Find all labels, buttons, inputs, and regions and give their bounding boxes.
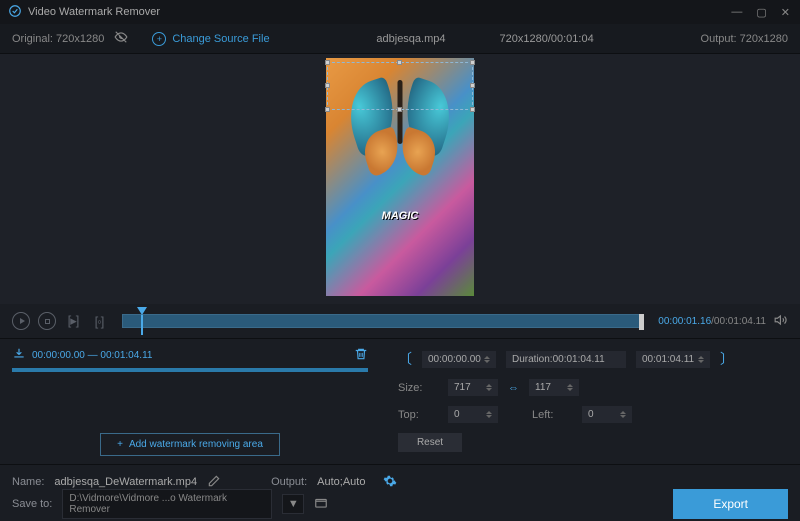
output-label: Output: bbox=[271, 476, 307, 488]
output-format-value[interactable]: Auto;Auto bbox=[317, 476, 365, 488]
link-dimensions-icon[interactable]: ⇔ bbox=[508, 382, 519, 394]
resize-handle[interactable] bbox=[325, 83, 330, 88]
frame-forward-button[interactable]: [◦] bbox=[90, 312, 108, 330]
video-overlay-text: MAGIC bbox=[382, 210, 419, 222]
region-icon bbox=[12, 347, 26, 364]
resize-handle[interactable] bbox=[325, 60, 330, 65]
timeline-end-marker[interactable] bbox=[639, 314, 644, 330]
plus-circle-icon: + bbox=[152, 32, 166, 46]
width-input[interactable]: 717 bbox=[448, 379, 498, 396]
left-label: Left: bbox=[532, 409, 572, 421]
height-input[interactable]: 117 bbox=[529, 379, 579, 396]
resize-handle[interactable] bbox=[470, 83, 475, 88]
properties-panel: 〔 00:00:00.00 Duration:00:01:04.11 00:01… bbox=[380, 339, 800, 464]
volume-icon[interactable] bbox=[774, 313, 788, 330]
top-label: Top: bbox=[398, 409, 438, 421]
output-name-input[interactable]: adbjesqa_DeWatermark.mp4 bbox=[54, 476, 197, 489]
resize-handle[interactable] bbox=[397, 60, 402, 65]
close-icon[interactable]: ✕ bbox=[781, 6, 790, 19]
export-button[interactable]: Export bbox=[673, 489, 788, 519]
region-timerange: 00:00:00.00 — 00:01:04.11 bbox=[32, 350, 348, 361]
video-preview: MAGIC bbox=[0, 54, 800, 304]
output-resolution: Output: 720x1280 bbox=[701, 33, 788, 45]
resize-handle[interactable] bbox=[470, 107, 475, 112]
current-filename: adbjesqa.mp4 bbox=[376, 33, 445, 45]
resolution-duration: 720x1280/00:01:04 bbox=[500, 33, 594, 45]
save-path-input[interactable]: D:\Vidmore\Vidmore ...o Watermark Remove… bbox=[62, 489, 272, 519]
visibility-toggle-icon[interactable] bbox=[114, 30, 128, 47]
duration-display: Duration:00:01:04.11 bbox=[506, 351, 626, 368]
bottom-bar: Name: adbjesqa_DeWatermark.mp4 Output: A… bbox=[0, 464, 800, 521]
app-logo-icon bbox=[8, 4, 22, 21]
size-label: Size: bbox=[398, 382, 438, 394]
frame-back-button[interactable]: [▸] bbox=[64, 312, 82, 330]
end-time-input[interactable]: 00:01:04.11 bbox=[636, 351, 710, 368]
regions-panel: 00:00:00.00 — 00:01:04.11 + Add watermar… bbox=[0, 339, 380, 464]
region-item[interactable]: 00:00:00.00 — 00:01:04.11 bbox=[12, 347, 368, 364]
maximize-icon[interactable]: ▢ bbox=[756, 6, 766, 19]
add-watermark-area-button[interactable]: + Add watermark removing area bbox=[100, 433, 280, 456]
total-time: /00:01:04.11 bbox=[711, 316, 766, 327]
playback-controls: [▸] [◦] 00:00:01.16/00:01:04.11 bbox=[0, 304, 800, 338]
top-toolbar: Original: 720x1280 + Change Source File … bbox=[0, 24, 800, 54]
start-time-input[interactable]: 00:00:00.00 bbox=[422, 351, 496, 368]
watermark-selection-box[interactable] bbox=[327, 62, 473, 110]
app-title: Video Watermark Remover bbox=[28, 6, 731, 18]
minimize-icon[interactable]: — bbox=[731, 6, 742, 19]
plus-icon: + bbox=[117, 439, 123, 450]
change-source-button[interactable]: + Change Source File bbox=[152, 32, 269, 46]
bracket-left-icon[interactable]: 〔 bbox=[398, 349, 412, 369]
region-progress-bar[interactable] bbox=[12, 368, 368, 372]
titlebar: Video Watermark Remover — ▢ ✕ bbox=[0, 0, 800, 24]
play-button[interactable] bbox=[12, 312, 30, 330]
reset-button[interactable]: Reset bbox=[398, 433, 462, 452]
resize-handle[interactable] bbox=[470, 60, 475, 65]
open-folder-icon[interactable] bbox=[314, 496, 328, 513]
save-path-dropdown[interactable]: ▼ bbox=[282, 494, 304, 514]
timeline-scrubber[interactable] bbox=[122, 314, 644, 328]
add-area-label: Add watermark removing area bbox=[129, 439, 263, 450]
original-resolution: Original: 720x1280 bbox=[12, 33, 104, 45]
delete-region-icon[interactable] bbox=[354, 347, 368, 364]
output-settings-icon[interactable] bbox=[383, 474, 397, 491]
current-time: 00:00:01.16 bbox=[658, 316, 711, 327]
resize-handle[interactable] bbox=[325, 107, 330, 112]
top-input[interactable]: 0 bbox=[448, 406, 498, 423]
change-source-label: Change Source File bbox=[172, 33, 269, 45]
saveto-label: Save to: bbox=[12, 498, 52, 510]
bracket-right-icon[interactable]: 〕 bbox=[720, 349, 734, 369]
name-label: Name: bbox=[12, 476, 44, 488]
playhead[interactable] bbox=[137, 307, 147, 315]
resize-handle[interactable] bbox=[397, 107, 402, 112]
stop-button[interactable] bbox=[38, 312, 56, 330]
edit-name-icon[interactable] bbox=[207, 474, 221, 491]
left-input[interactable]: 0 bbox=[582, 406, 632, 423]
video-frame[interactable]: MAGIC bbox=[326, 58, 474, 296]
